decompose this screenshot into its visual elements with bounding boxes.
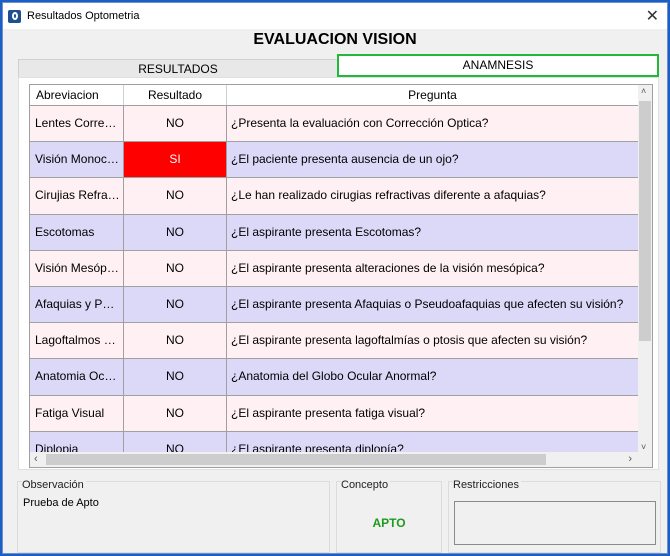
scroll-down-icon[interactable]: ˅ [641,442,646,452]
table-row[interactable]: Cirujias Refra… NO ¿Le han realizado cirug… [30,178,639,215]
resultado-cell[interactable]: SI [124,142,227,178]
page-title: EVALUACION VISION [253,31,417,48]
pregunta-cell[interactable]: ¿Presenta la evaluación con Corrección O… [227,106,639,142]
table-row[interactable]: Escotomas NO ¿El aspirante presenta Escoto… [30,214,639,251]
abreviacion-cell[interactable]: Fatiga Visual [30,395,124,431]
column-header-resultado[interactable]: Resultado [124,85,227,105]
window: Resultados Optometria ✕ EVALUACION VISIO… [2,2,668,554]
tab-anamnesis[interactable]: ANAMNESIS [337,54,659,77]
pregunta-cell[interactable]: ¿El aspirante presenta lagoftalmías o pt… [227,323,639,359]
table-row[interactable]: Fatiga Visual NO ¿El aspirante presenta fa… [30,395,639,432]
pregunta-cell[interactable]: ¿El paciente presenta ausencia de un ojo… [227,142,639,178]
abreviacion-cell[interactable]: Visión Monoc… [30,142,124,178]
pregunta-cell[interactable]: ¿El aspirante presenta fatiga visual? [227,395,639,431]
restricciones-group: Restricciones [448,479,661,553]
scroll-left-icon[interactable]: ‹ [34,453,38,465]
tab-panel: Abreviacion Resultado Pregunta Lentes Co… [18,77,659,470]
grid-rows: Lentes Corre… NO ¿Presenta la evaluación c… [30,106,639,467]
abreviacion-cell[interactable]: Afaquias y P… [30,286,124,323]
abreviacion-cell[interactable]: Cirujias Refra… [30,178,124,214]
scroll-up-icon[interactable]: ˄ [641,86,646,96]
resultado-cell[interactable]: NO [124,106,227,142]
abreviacion-cell[interactable]: Lentes Corre… [30,106,124,142]
app-icon [8,9,21,23]
table-row[interactable]: Anatomia Oc… NO ¿Anatomia del Globo Ocular… [30,359,639,396]
restricciones-label: Restricciones [453,479,522,491]
pregunta-cell[interactable]: ¿Anatomia del Globo Ocular Anormal? [227,359,639,395]
vertical-scrollbar[interactable]: ˄ ˅ [638,85,652,453]
column-header-abreviacion[interactable]: Abreviacion [30,85,124,105]
resultado-cell[interactable]: NO [124,250,227,286]
tab-resultados[interactable]: RESULTADOS [18,59,338,79]
observacion-value: Prueba de Apto [23,497,99,509]
observacion-group: Observación Prueba de Apto [17,479,330,553]
pregunta-cell[interactable]: ¿El aspirante presenta Escotomas? [227,214,639,250]
pregunta-cell[interactable]: ¿El aspirante presenta alteraciones de l… [227,250,639,286]
abreviacion-cell[interactable]: Anatomia Oc… [30,359,124,395]
window-title: Resultados Optometria [27,10,140,22]
close-icon[interactable]: ✕ [646,6,659,26]
resultado-cell[interactable]: NO [124,178,227,214]
scroll-right-icon[interactable]: › [628,453,632,465]
table-row[interactable]: Visión Monoc… SI ¿El paciente presenta aus… [30,142,639,179]
table-row[interactable]: Lentes Corre… NO ¿Presenta la evaluación c… [30,106,639,143]
abreviacion-cell[interactable]: Lagoftalmos … [30,323,124,359]
resultado-cell[interactable]: NO [124,286,227,323]
table-row[interactable]: Afaquias y P… NO ¿El aspirante presenta Af… [30,286,639,324]
title-bar: Resultados Optometria ✕ [3,3,667,29]
resultado-cell[interactable]: NO [124,214,227,250]
observacion-label: Observación [22,479,86,491]
resultado-cell[interactable]: NO [124,323,227,359]
column-header-pregunta[interactable]: Pregunta [227,85,639,105]
resultado-cell[interactable]: NO [124,359,227,395]
concepto-group: Concepto APTO [336,479,442,553]
abreviacion-cell[interactable]: Visión Mesóp… [30,250,124,286]
scroll-thumb[interactable] [639,101,651,341]
concepto-value: APTO [372,516,406,530]
table-row[interactable]: Lagoftalmos … NO ¿El aspirante presenta la… [30,323,639,360]
abreviacion-cell[interactable]: Escotomas [30,214,124,250]
horizontal-scrollbar[interactable]: ‹ › [30,452,652,467]
grid-header: Abreviacion Resultado Pregunta [30,85,639,106]
concepto-label: Concepto [341,479,391,491]
pregunta-cell[interactable]: ¿El aspirante presenta Afaquias o Pseudo… [227,286,639,323]
pregunta-cell[interactable]: ¿Le han realizado cirugias refractivas d… [227,178,639,214]
table-row[interactable]: Visión Mesóp… NO ¿El aspirante presenta al… [30,250,639,287]
results-grid: Abreviacion Resultado Pregunta Lentes Co… [29,84,653,468]
scroll-thumb-horizontal[interactable] [46,454,546,465]
restricciones-field[interactable] [454,501,656,545]
resultado-cell[interactable]: NO [124,395,227,431]
